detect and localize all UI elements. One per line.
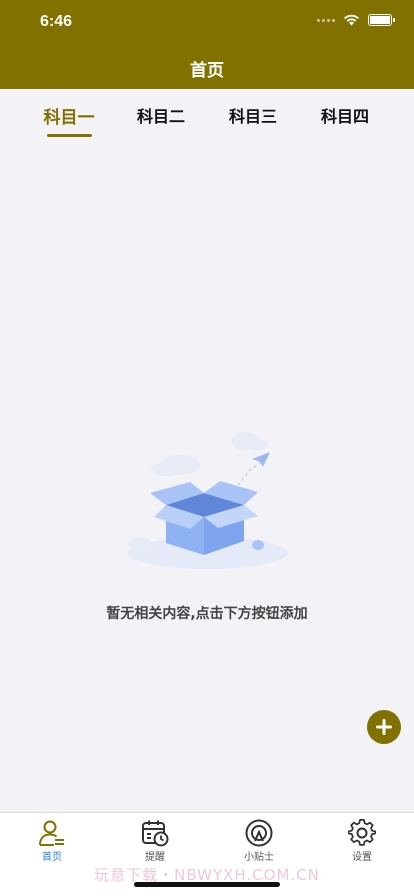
active-tab-indicator [47, 134, 92, 137]
tabbar-label-settings: 设置 [352, 852, 372, 863]
tab-subject-3[interactable]: 科目三 [218, 103, 288, 127]
empty-box-illustration [128, 432, 288, 569]
header-bar: 6:46 首页 [0, 0, 414, 89]
tabbar-item-settings[interactable]: 设置 [332, 819, 392, 863]
tabbar-label-reminder: 提醒 [145, 852, 165, 863]
plus-icon [376, 719, 392, 735]
battery-icon [368, 14, 395, 26]
tab-subject-1[interactable]: 科目一 [34, 103, 104, 128]
cellular-signal-icon [317, 18, 335, 22]
tab-subject-4[interactable]: 科目四 [310, 103, 380, 127]
tab-subject-2[interactable]: 科目二 [126, 103, 196, 127]
subject-tabs: 科目一 科目二 科目三 科目四 [0, 89, 414, 139]
user-list-icon [39, 820, 64, 846]
tabbar-label-home: 首页 [42, 852, 62, 863]
tabbar-item-tips[interactable]: 小贴士 [229, 819, 289, 863]
tabbar-item-reminder[interactable]: 提醒 [125, 819, 185, 863]
calendar-clock-icon [142, 820, 169, 847]
wifi-icon [344, 14, 359, 26]
home-indicator [134, 882, 280, 887]
add-button[interactable] [367, 710, 401, 744]
status-time: 6:46 [40, 13, 73, 30]
status-icons [317, 14, 395, 26]
page-title: 首页 [190, 61, 224, 81]
tabbar-label-tips: 小贴士 [244, 852, 274, 863]
tabbar-item-home[interactable]: 首页 [22, 819, 82, 863]
gear-icon [348, 819, 376, 846]
empty-state-message: 暂无相关内容,点击下方按钮添加 [106, 606, 308, 622]
tip-icon [245, 819, 273, 847]
